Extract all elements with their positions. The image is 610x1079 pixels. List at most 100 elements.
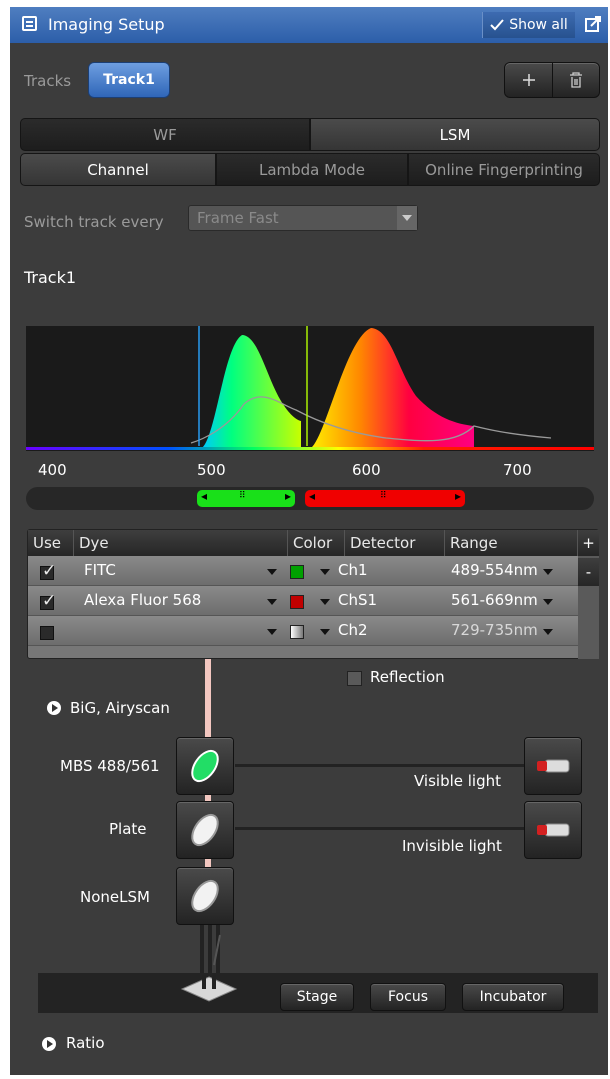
range-dropdown-icon[interactable] bbox=[543, 569, 553, 575]
use-checkbox[interactable]: ✓ bbox=[40, 561, 56, 581]
checkmark-icon bbox=[490, 19, 504, 31]
range-value[interactable]: 561-669nm bbox=[451, 591, 538, 609]
tick-500: 500 bbox=[197, 461, 226, 479]
visible-light-button[interactable] bbox=[524, 737, 582, 795]
color-swatch[interactable] bbox=[290, 595, 304, 609]
undock-button[interactable] bbox=[580, 12, 606, 38]
stage-button[interactable]: Stage bbox=[280, 983, 354, 1011]
add-channel-button[interactable]: + bbox=[578, 530, 599, 556]
spectrum-display bbox=[26, 326, 594, 451]
setup-icon bbox=[22, 16, 37, 31]
color-dropdown-icon[interactable] bbox=[320, 569, 330, 575]
header-use: Use bbox=[28, 530, 74, 556]
table-row[interactable]: Ch2 729-735nm bbox=[28, 616, 578, 646]
table-header: Use Dye Color Detector Range bbox=[28, 530, 578, 556]
switch-track-value: Frame Fast bbox=[197, 209, 279, 227]
header-range: Range bbox=[445, 530, 578, 556]
undock-icon bbox=[585, 16, 601, 32]
add-track-button[interactable] bbox=[505, 63, 553, 97]
tab-online-fingerprinting[interactable]: Online Fingerprinting bbox=[408, 153, 600, 186]
use-checkbox[interactable] bbox=[40, 626, 54, 640]
detector-name[interactable]: Ch1 bbox=[338, 561, 368, 579]
header-dye: Dye bbox=[74, 530, 288, 556]
switch-track-label: Switch track every bbox=[24, 213, 164, 231]
range-slider-track: ◂ ⠿ ▸ ◂ ⠿ ▸ bbox=[26, 487, 594, 510]
tab-lsm-label: LSM bbox=[439, 125, 471, 144]
track1-tab[interactable]: Track1 bbox=[88, 62, 170, 98]
nonelsm-label: NoneLSM bbox=[80, 888, 150, 906]
big-airyscan-label: BiG, Airyscan bbox=[70, 699, 170, 717]
plus-icon bbox=[522, 74, 535, 86]
track-title: Track1 bbox=[24, 268, 77, 287]
tick-400: 400 bbox=[38, 461, 67, 479]
reflection-label: Reflection bbox=[370, 668, 445, 686]
nonelsm-button[interactable] bbox=[176, 867, 234, 925]
expand-big-airyscan-icon[interactable] bbox=[47, 701, 61, 715]
green-dichroic-icon bbox=[191, 749, 219, 783]
tab-lambda-mode[interactable]: Lambda Mode bbox=[216, 153, 408, 186]
tab-channel-label: Channel bbox=[87, 160, 149, 179]
alexa-spectrum bbox=[311, 328, 474, 448]
invisible-light-button[interactable] bbox=[524, 801, 582, 859]
panel-title: Imaging Setup bbox=[48, 15, 165, 34]
color-swatch[interactable] bbox=[290, 565, 304, 579]
ratio-label: Ratio bbox=[66, 1034, 105, 1052]
use-checkbox[interactable]: ✓ bbox=[40, 591, 56, 611]
mbs-button[interactable] bbox=[176, 737, 234, 795]
incubator-button-label: Incubator bbox=[479, 989, 547, 1005]
range-dropdown-icon[interactable] bbox=[543, 629, 553, 635]
tab-lsm[interactable]: LSM bbox=[310, 118, 600, 151]
plate-button[interactable] bbox=[176, 801, 234, 859]
tab-online-fingerprinting-label: Online Fingerprinting bbox=[425, 160, 583, 179]
dye-dropdown-icon[interactable] bbox=[267, 599, 277, 605]
white-plate-icon bbox=[191, 813, 219, 847]
tracks-label: Tracks bbox=[24, 72, 72, 90]
stage-button-label: Stage bbox=[296, 989, 338, 1005]
tick-700: 700 bbox=[503, 461, 532, 479]
light-source-icon bbox=[537, 759, 570, 773]
dye-name: FITC bbox=[84, 561, 116, 579]
tab-wf-label: WF bbox=[153, 125, 177, 144]
dye-name: Alexa Fluor 568 bbox=[84, 591, 202, 609]
range-value[interactable]: 489-554nm bbox=[451, 561, 538, 579]
visible-light-label: Visible light bbox=[414, 772, 502, 790]
imaging-setup-panel: Imaging Setup Show all Tracks Track1 WF … bbox=[10, 7, 608, 1075]
delete-track-button[interactable] bbox=[553, 63, 599, 97]
color-dropdown-icon[interactable] bbox=[320, 629, 330, 635]
expand-ratio-icon[interactable] bbox=[42, 1037, 56, 1051]
reflection-checkbox[interactable] bbox=[347, 671, 362, 686]
white-plate-icon bbox=[191, 879, 219, 913]
focus-button-label: Focus bbox=[388, 989, 428, 1005]
wavelength-bar bbox=[26, 447, 594, 450]
tab-lambda-mode-label: Lambda Mode bbox=[258, 160, 366, 179]
invisible-light-path bbox=[235, 827, 530, 830]
range-value[interactable]: 729-735nm bbox=[451, 621, 538, 639]
table-row[interactable]: ✓ FITC Ch1 489-554nm bbox=[28, 556, 578, 586]
table-row[interactable]: ✓ Alexa Fluor 568 ChS1 561-669nm bbox=[28, 586, 578, 616]
dye-dropdown-icon[interactable] bbox=[267, 569, 277, 575]
incubator-button[interactable]: Incubator bbox=[462, 983, 564, 1011]
tab-channel[interactable]: Channel bbox=[20, 153, 216, 186]
channel-table: Use Dye Color Detector Range ✓ FITC Ch1 … bbox=[27, 529, 599, 659]
detector-name[interactable]: ChS1 bbox=[338, 591, 377, 609]
stage-icon bbox=[180, 975, 238, 1002]
tab-wf[interactable]: WF bbox=[20, 118, 310, 151]
show-all-button[interactable]: Show all bbox=[482, 12, 575, 38]
header-color: Color bbox=[288, 530, 345, 556]
dye-dropdown-icon[interactable] bbox=[267, 629, 277, 635]
color-dropdown-icon[interactable] bbox=[320, 599, 330, 605]
switch-track-select[interactable]: Frame Fast bbox=[188, 205, 418, 231]
mbs-label: MBS 488/561 bbox=[60, 757, 160, 775]
color-swatch[interactable] bbox=[290, 625, 304, 639]
track-actions bbox=[504, 62, 600, 98]
alexa-range-slider[interactable]: ◂ ⠿ ▸ bbox=[305, 489, 465, 507]
range-dropdown-icon[interactable] bbox=[543, 599, 553, 605]
trash-icon bbox=[570, 72, 582, 88]
focus-button[interactable]: Focus bbox=[370, 983, 446, 1011]
remove-channel-button[interactable]: - bbox=[578, 558, 599, 586]
title-bar: Imaging Setup Show all bbox=[10, 7, 608, 43]
detector-name[interactable]: Ch2 bbox=[338, 621, 368, 639]
plate-label: Plate bbox=[109, 820, 147, 838]
chevron-down-icon bbox=[397, 206, 417, 230]
fitc-range-slider[interactable]: ◂ ⠿ ▸ bbox=[197, 489, 295, 507]
